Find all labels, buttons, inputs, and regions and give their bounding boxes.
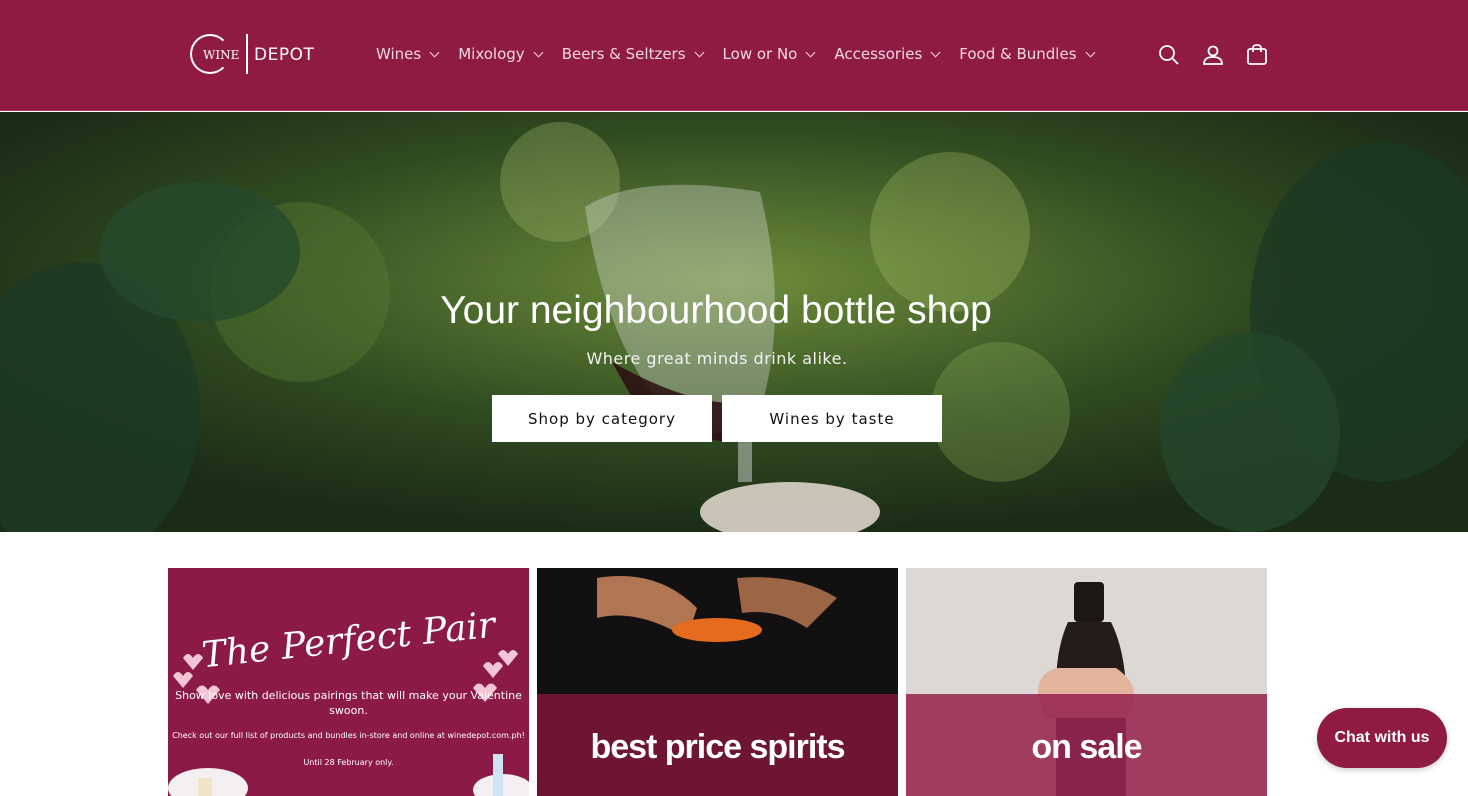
chevron-down-icon [930, 47, 941, 57]
nav-item-wines[interactable]: Wines [376, 45, 440, 63]
nav-label: Low or No [722, 45, 798, 63]
chevron-down-icon [533, 47, 544, 57]
nav-label: Food & Bundles [959, 45, 1077, 63]
chevron-down-icon [694, 47, 704, 57]
hero-subtitle: Where great minds drink alike. [586, 349, 848, 368]
logo-depot-text: DEPOT [254, 45, 315, 65]
perfect-pair-text: Show love with delicious pairings that w… [175, 689, 522, 717]
on-sale-label: on sale [1031, 728, 1142, 766]
hero-banner: Your neighbourhood bottle shop Where gre… [0, 112, 1468, 532]
chevron-down-icon [429, 47, 440, 57]
on-sale-tile[interactable]: on sale [906, 568, 1267, 796]
nav-label: Wines [376, 45, 422, 63]
cart-icon[interactable] [1244, 42, 1270, 68]
perfect-pair-small-text: Check out our full list of products and … [172, 731, 525, 740]
chevron-down-icon [1085, 47, 1095, 57]
nav-item-low-or-no[interactable]: Low or No [722, 45, 816, 63]
chat-with-us-button[interactable]: Chat with us [1317, 708, 1447, 768]
nav-item-accessories[interactable]: Accessories [834, 45, 941, 63]
shop-by-category-button[interactable]: Shop by category [492, 395, 712, 442]
perfect-pair-tile[interactable]: The Perfect Pair Show love with deliciou… [168, 568, 529, 796]
nav-label: Mixology [458, 45, 525, 63]
site-header: DEPOT WINE Wines Mixology Beers & Seltze… [0, 0, 1468, 111]
main-nav: Wines Mixology Beers & Seltzers Low or N… [376, 43, 1114, 65]
nav-item-beers-seltzers[interactable]: Beers & Seltzers [561, 45, 704, 63]
nav-label: Beers & Seltzers [561, 45, 686, 63]
nav-item-mixology[interactable]: Mixology [458, 45, 544, 63]
best-price-spirits-tile[interactable]: best price spirits [537, 568, 898, 796]
nav-label: Accessories [834, 45, 923, 63]
account-icon[interactable] [1200, 42, 1226, 68]
best-price-spirits-label: best price spirits [590, 728, 845, 766]
search-icon[interactable] [1156, 42, 1182, 68]
header-icons [1156, 42, 1288, 68]
logo-divider [246, 34, 248, 74]
nav-item-food-bundles[interactable]: Food & Bundles [959, 45, 1095, 63]
wines-by-taste-button[interactable]: Wines by taste [722, 395, 942, 442]
perfect-pair-until: Until 28 February only. [303, 758, 394, 767]
chevron-down-icon [805, 47, 816, 57]
logo-wine-text: WINE [203, 48, 240, 62]
hero-title: Your neighbourhood bottle shop [440, 289, 992, 332]
